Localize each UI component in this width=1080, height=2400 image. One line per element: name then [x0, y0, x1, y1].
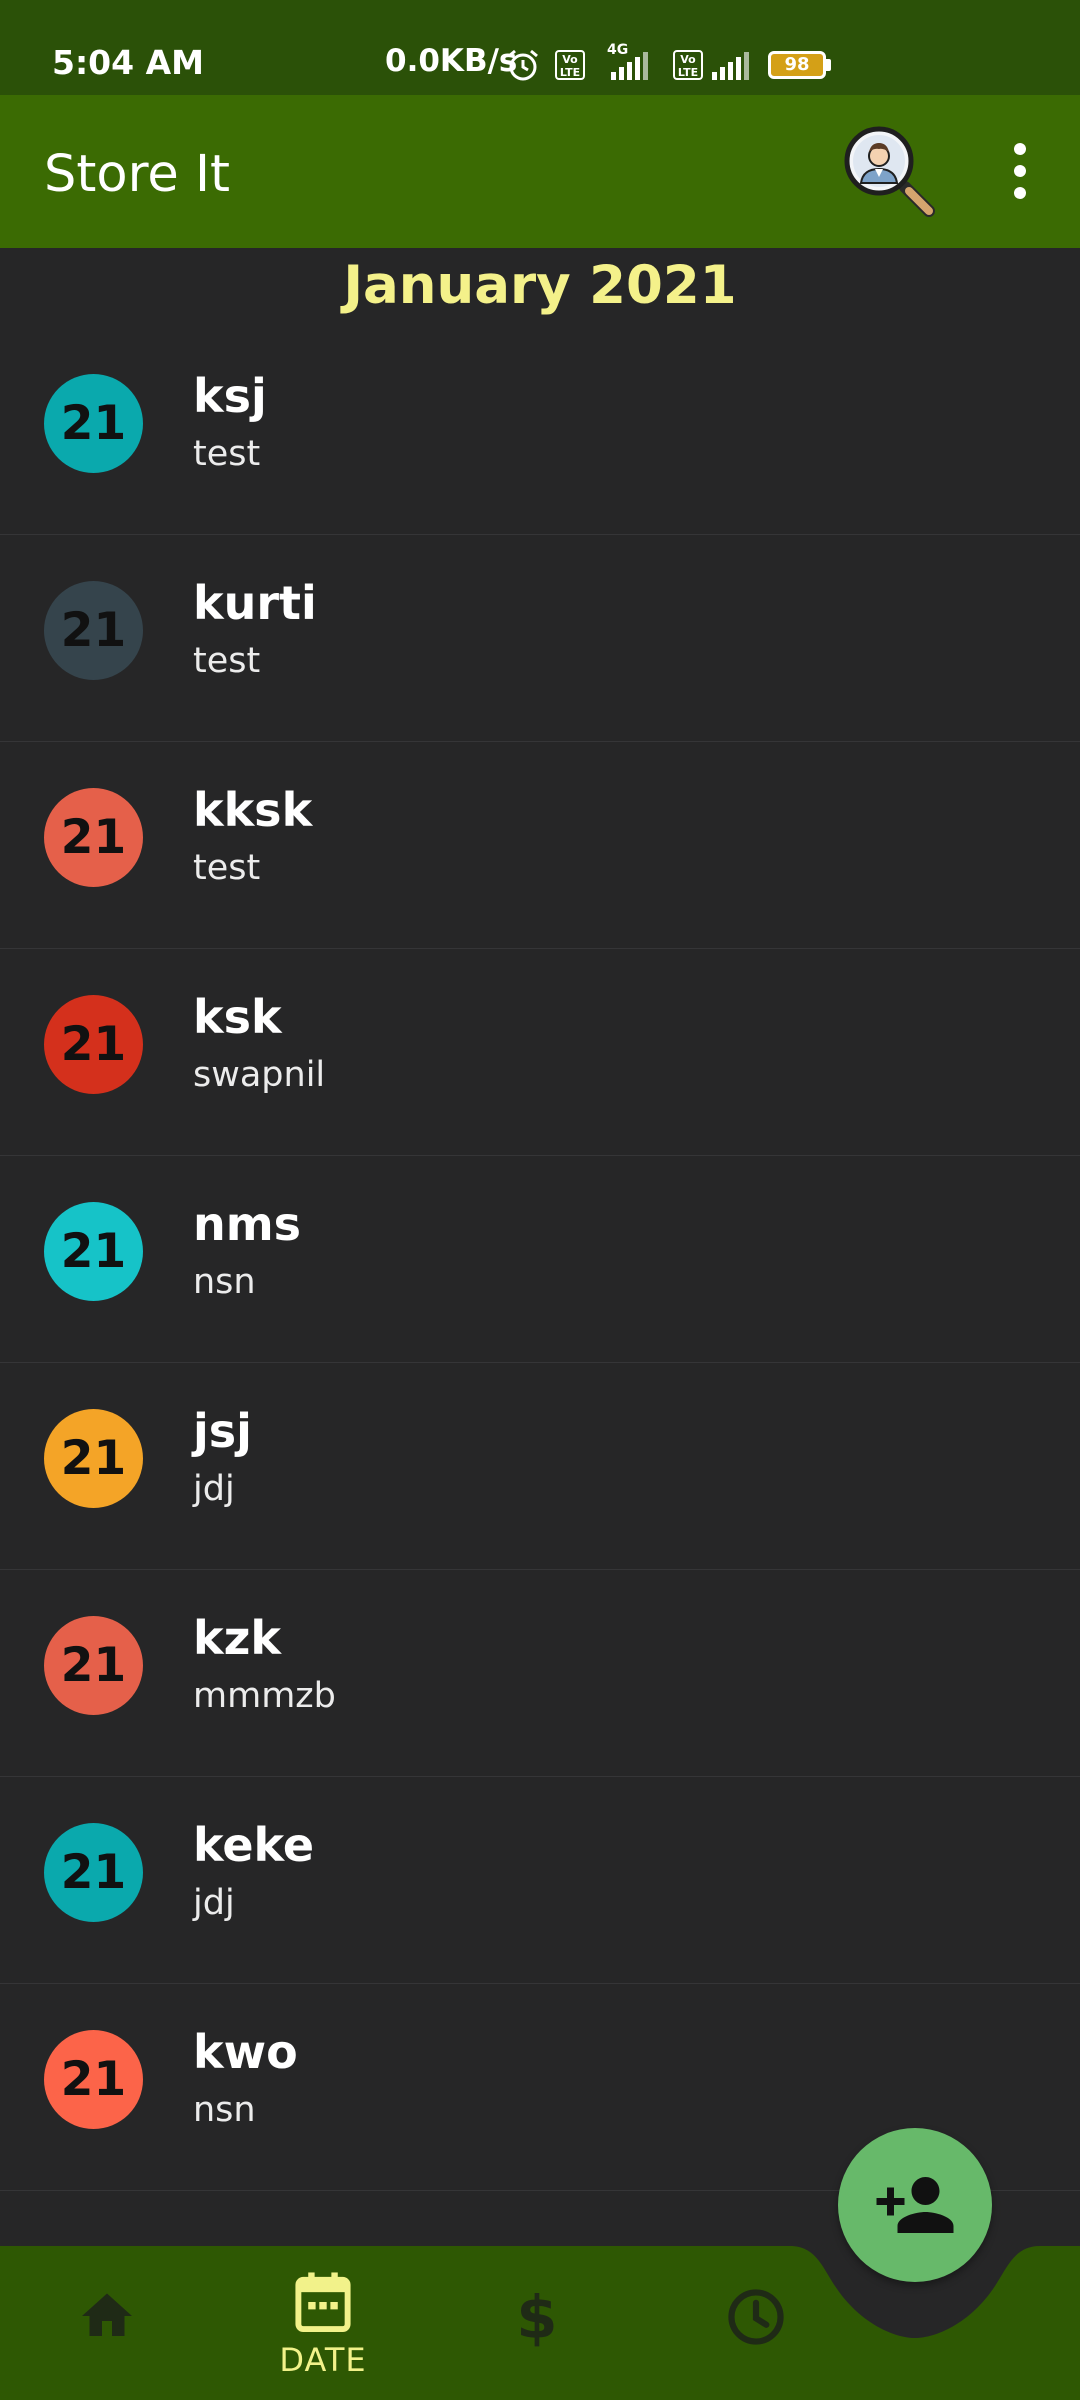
- dollar-icon: $: [516, 2284, 557, 2348]
- list-item[interactable]: 21 ksk swapnil: [0, 949, 1080, 1156]
- battery-icon: 98: [768, 51, 826, 79]
- date-avatar: 21: [44, 581, 143, 680]
- home-icon: [82, 2293, 132, 2336]
- entry-list: 21 ksj test 21 kurti test 21 kksk test 2…: [0, 328, 1080, 2191]
- entry-title: jsj: [193, 1404, 252, 1458]
- entry-title: nms: [193, 1197, 302, 1251]
- calendar-icon: [295, 2272, 351, 2333]
- date-avatar: 21: [44, 2030, 143, 2129]
- list-item[interactable]: 21 kksk test: [0, 742, 1080, 949]
- entry-title: kzk: [193, 1611, 281, 1665]
- signal-icon-1: [611, 52, 648, 80]
- date-avatar: 21: [44, 1616, 143, 1715]
- date-avatar: 21: [44, 788, 143, 887]
- date-avatar: 21: [44, 1409, 143, 1508]
- entry-subtitle: test: [193, 641, 261, 681]
- month-header: January 2021: [343, 255, 737, 316]
- entry-title: keke: [193, 1818, 315, 1872]
- list-item[interactable]: 21 kzk mmmzb: [0, 1570, 1080, 1777]
- date-avatar: 21: [44, 995, 143, 1094]
- app-bar: Store It: [0, 95, 1080, 248]
- nav-date[interactable]: DATE: [223, 2246, 423, 2400]
- date-avatar: 21: [44, 374, 143, 473]
- nav-history[interactable]: [655, 2246, 855, 2400]
- list-item[interactable]: 21 kurti test: [0, 535, 1080, 742]
- list-item[interactable]: 21 jsj jdj: [0, 1363, 1080, 1570]
- date-avatar: 21: [44, 1202, 143, 1301]
- add-person-button[interactable]: [838, 2128, 992, 2282]
- status-bar: 5:04 AM 0.0KB/s Vo LTE 4G Vo LTE 98: [0, 0, 1080, 95]
- signal-icon-2: [712, 52, 749, 80]
- nav-payment[interactable]: $: [437, 2246, 637, 2400]
- entry-subtitle: test: [193, 848, 261, 888]
- alarm-icon: [508, 49, 538, 81]
- status-time: 5:04 AM: [52, 43, 204, 82]
- battery-tip: [826, 59, 831, 71]
- entry-title: kwo: [193, 2025, 298, 2079]
- svg-text:$: $: [516, 2284, 557, 2348]
- add-person-icon: [876, 2177, 954, 2233]
- more-vert-icon[interactable]: [1000, 141, 1040, 201]
- entry-subtitle: swapnil: [193, 1055, 326, 1095]
- entry-subtitle: mmmzb: [193, 1676, 336, 1716]
- entry-subtitle: nsn: [193, 1262, 256, 1302]
- clock-icon: [728, 2289, 784, 2345]
- date-avatar: 21: [44, 1823, 143, 1922]
- entry-subtitle: jdj: [193, 1469, 235, 1509]
- nav-home[interactable]: [7, 2246, 207, 2400]
- entry-subtitle: test: [193, 434, 261, 474]
- entry-subtitle: jdj: [193, 1883, 235, 1923]
- net-speed: 0.0KB/s: [385, 43, 518, 79]
- entry-title: kurti: [193, 576, 317, 630]
- list-item[interactable]: 21 ksj test: [0, 328, 1080, 535]
- user-search-icon[interactable]: [843, 125, 939, 221]
- entry-subtitle: nsn: [193, 2090, 256, 2130]
- volte-icon-1: Vo LTE: [555, 50, 585, 80]
- app-title: Store It: [44, 145, 231, 204]
- volte-icon-2: Vo LTE: [673, 50, 703, 80]
- entry-title: ksj: [193, 369, 267, 423]
- entry-title: ksk: [193, 990, 282, 1044]
- entry-title: kksk: [193, 783, 313, 837]
- list-item[interactable]: 21 keke jdj: [0, 1777, 1080, 1984]
- list-item[interactable]: 21 nms nsn: [0, 1156, 1080, 1363]
- nav-date-label: DATE: [279, 2341, 367, 2379]
